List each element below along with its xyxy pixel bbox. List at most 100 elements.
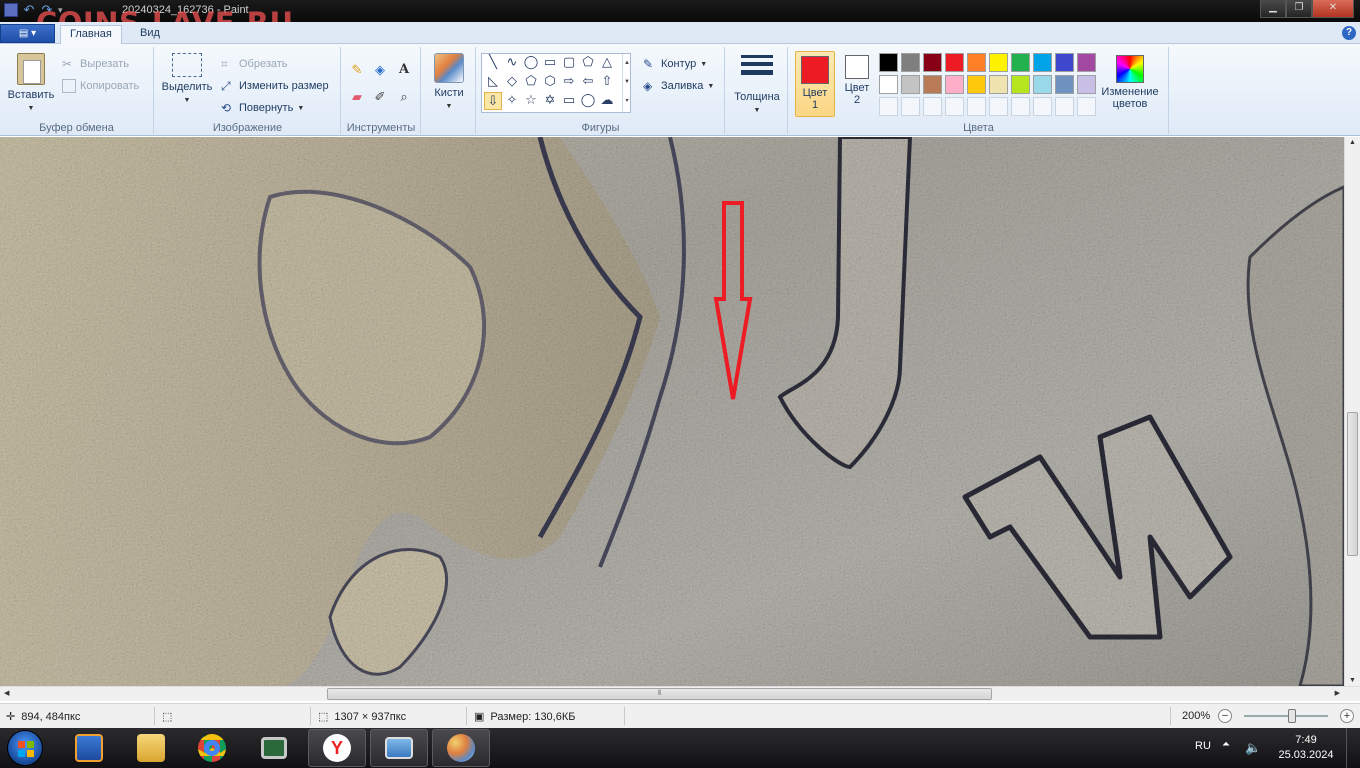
pentagon-shape-icon[interactable]: ⬠ bbox=[522, 73, 540, 91]
down-arrow-shape-icon[interactable]: ⇩ bbox=[484, 92, 502, 110]
palette-swatch[interactable] bbox=[901, 75, 920, 94]
palette-swatch[interactable] bbox=[989, 53, 1008, 72]
custom-color-slot[interactable] bbox=[1011, 97, 1030, 116]
palette-swatch[interactable] bbox=[1077, 53, 1096, 72]
crop-button[interactable]: ⌗ Обрезать bbox=[221, 57, 288, 71]
custom-color-slot[interactable] bbox=[1055, 97, 1074, 116]
oval-callout-shape-icon[interactable]: ◯ bbox=[579, 92, 597, 110]
horizontal-scrollbar[interactable]: ◀ ⦀ ▶ bbox=[0, 686, 1360, 701]
palette-swatch[interactable] bbox=[1077, 75, 1096, 94]
six-point-star-shape-icon[interactable]: ✡ bbox=[541, 92, 559, 110]
left-arrow-shape-icon[interactable]: ⇦ bbox=[579, 73, 597, 91]
palette-swatch[interactable] bbox=[879, 53, 898, 72]
maximize-button[interactable]: ❐ bbox=[1286, 0, 1312, 18]
taskbar-task-manager[interactable] bbox=[245, 729, 303, 767]
pencil-icon[interactable]: ✎ bbox=[347, 60, 367, 80]
close-button[interactable]: ✕ bbox=[1312, 0, 1354, 18]
scroll-left-icon[interactable]: ◀ bbox=[4, 689, 9, 697]
polygon-shape-icon[interactable]: ⬠ bbox=[579, 54, 597, 72]
custom-color-slot[interactable] bbox=[945, 97, 964, 116]
custom-color-slot[interactable] bbox=[901, 97, 920, 116]
color2-button[interactable]: Цвет 2 bbox=[837, 51, 877, 117]
triangle-shape-icon[interactable]: △ bbox=[598, 54, 616, 72]
color1-button[interactable]: Цвет 1 bbox=[795, 51, 835, 117]
tab-home[interactable]: Главная bbox=[60, 25, 122, 44]
help-icon[interactable]: ? bbox=[1342, 26, 1356, 40]
palette-swatch[interactable] bbox=[1033, 53, 1052, 72]
select-button[interactable]: Выделить ▼ bbox=[159, 53, 215, 107]
scroll-up-icon[interactable]: ▲ bbox=[1349, 139, 1356, 146]
start-button[interactable] bbox=[7, 730, 43, 766]
brushes-button[interactable]: Кисти ▼ bbox=[430, 53, 468, 113]
five-point-star-shape-icon[interactable]: ☆ bbox=[522, 92, 540, 110]
palette-swatch[interactable] bbox=[1033, 75, 1052, 94]
oval-shape-icon[interactable]: ◯ bbox=[522, 54, 540, 72]
palette-swatch[interactable] bbox=[1011, 75, 1030, 94]
palette-swatch[interactable] bbox=[1055, 75, 1074, 94]
save-icon[interactable] bbox=[4, 3, 18, 17]
taskbar-yandex-browser[interactable]: Y bbox=[308, 729, 366, 767]
cloud-callout-shape-icon[interactable]: ☁ bbox=[598, 92, 616, 110]
palette-swatch[interactable] bbox=[923, 53, 942, 72]
diamond-shape-icon[interactable]: ◇ bbox=[503, 73, 521, 91]
volume-icon[interactable]: 🔈 bbox=[1245, 740, 1261, 756]
horizontal-scroll-thumb[interactable]: ⦀ bbox=[327, 688, 992, 700]
copy-button[interactable]: Копировать bbox=[62, 79, 139, 93]
rectangle-shape-icon[interactable]: ▭ bbox=[541, 54, 559, 72]
zoom-slider-thumb[interactable] bbox=[1288, 709, 1296, 723]
palette-swatch[interactable] bbox=[989, 75, 1008, 94]
tab-view[interactable]: Вид bbox=[131, 25, 169, 44]
vertical-scrollbar[interactable]: ▲ ▼ bbox=[1344, 137, 1360, 686]
right-triangle-shape-icon[interactable]: ◺ bbox=[484, 73, 502, 91]
taskbar-media-player[interactable] bbox=[60, 729, 118, 767]
palette-swatch[interactable] bbox=[967, 53, 986, 72]
palette-swatch[interactable] bbox=[1055, 53, 1074, 72]
shapes-scroll-buttons[interactable]: ▲ ▼ ▾ bbox=[622, 54, 631, 112]
fill-button[interactable]: ◈ Заливка ▼ bbox=[643, 79, 714, 93]
rect-callout-shape-icon[interactable]: ▭ bbox=[560, 92, 578, 110]
rounded-rectangle-shape-icon[interactable]: ▢ bbox=[560, 54, 578, 72]
taskbar-chrome[interactable] bbox=[183, 729, 241, 767]
vertical-scroll-thumb[interactable] bbox=[1347, 412, 1358, 556]
thickness-button[interactable]: Толщина ▼ bbox=[730, 49, 784, 117]
taskbar-photo-viewer[interactable] bbox=[370, 729, 428, 767]
outline-button[interactable]: ✎ Контур ▼ bbox=[643, 57, 707, 71]
clock[interactable]: 7:49 25.03.2024 bbox=[1276, 733, 1336, 763]
line-shape-icon[interactable]: ╲ bbox=[484, 54, 502, 72]
palette-swatch[interactable] bbox=[945, 53, 964, 72]
minimize-button[interactable]: ▁ bbox=[1260, 0, 1286, 18]
fill-bucket-icon[interactable]: ◈ bbox=[370, 60, 390, 80]
zoom-slider[interactable] bbox=[1244, 715, 1328, 717]
custom-color-slot[interactable] bbox=[923, 97, 942, 116]
custom-color-slot[interactable] bbox=[1077, 97, 1096, 116]
right-arrow-shape-icon[interactable]: ⇨ bbox=[560, 73, 578, 91]
custom-color-slot[interactable] bbox=[879, 97, 898, 116]
taskbar-paint[interactable] bbox=[432, 729, 490, 767]
curve-shape-icon[interactable]: ∿ bbox=[503, 54, 521, 72]
palette-swatch[interactable] bbox=[1011, 53, 1030, 72]
language-indicator[interactable]: RU bbox=[1195, 740, 1211, 752]
taskbar-explorer[interactable] bbox=[122, 729, 180, 767]
custom-color-slot[interactable] bbox=[989, 97, 1008, 116]
up-arrow-shape-icon[interactable]: ⇧ bbox=[598, 73, 616, 91]
hexagon-shape-icon[interactable]: ⬡ bbox=[541, 73, 559, 91]
scroll-down-icon[interactable]: ▼ bbox=[1349, 677, 1356, 684]
eraser-icon[interactable]: ▰ bbox=[347, 87, 367, 107]
palette-swatch[interactable] bbox=[901, 53, 920, 72]
palette-swatch[interactable] bbox=[967, 75, 986, 94]
rotate-button[interactable]: ⟲ Повернуть ▼ bbox=[221, 101, 304, 115]
cut-button[interactable]: ✂ Вырезать bbox=[62, 57, 129, 71]
custom-color-slot[interactable] bbox=[1033, 97, 1052, 116]
palette-swatch[interactable] bbox=[923, 75, 942, 94]
text-icon[interactable]: A bbox=[394, 60, 414, 80]
custom-color-slot[interactable] bbox=[967, 97, 986, 116]
zoom-out-button[interactable]: − bbox=[1218, 709, 1232, 723]
show-desktop-button[interactable] bbox=[1346, 728, 1360, 768]
color-picker-icon[interactable]: ✐ bbox=[370, 87, 390, 107]
four-point-star-shape-icon[interactable]: ✧ bbox=[503, 92, 521, 110]
magnifier-icon[interactable]: ⌕ bbox=[394, 87, 414, 107]
drawing-canvas[interactable] bbox=[0, 137, 1344, 686]
resize-button[interactable]: ⤢ Изменить размер bbox=[221, 79, 329, 93]
zoom-in-button[interactable]: + bbox=[1340, 709, 1354, 723]
network-icon[interactable]: ⏶ bbox=[1222, 739, 1230, 750]
